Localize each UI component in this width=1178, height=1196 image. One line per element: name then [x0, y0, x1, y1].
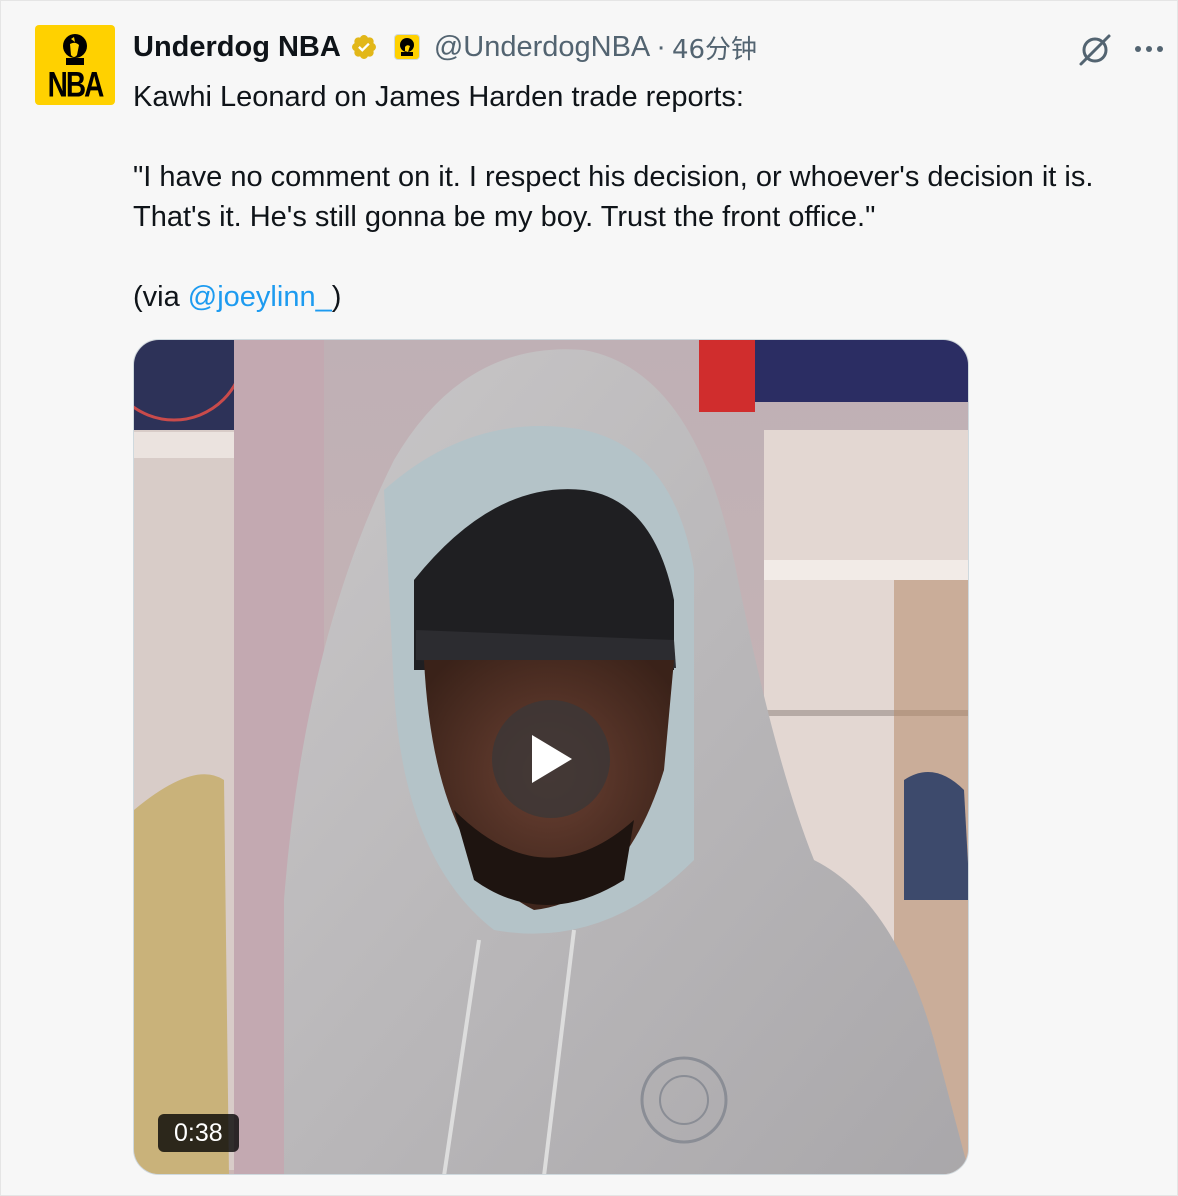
more-dots: [1135, 46, 1163, 52]
mention-link[interactable]: @joeylinn_: [188, 281, 332, 313]
tweet-header: Underdog NBA @UnderdogNBA · 46分钟: [133, 27, 757, 67]
separator-dot: ·: [656, 30, 666, 63]
via-prefix: (via: [133, 281, 188, 313]
grok-icon[interactable]: [1075, 29, 1115, 69]
display-name[interactable]: Underdog NBA: [133, 31, 341, 64]
verified-gold-badge-icon[interactable]: [350, 33, 378, 61]
tweet-line-2: "I have no comment on it. I respect his …: [133, 161, 1094, 193]
tweet-line-1: Kawhi Leonard on James Harden trade repo…: [133, 81, 744, 113]
play-button[interactable]: [492, 700, 610, 818]
avatar[interactable]: NBA: [35, 25, 115, 105]
more-options-icon[interactable]: [1131, 31, 1167, 67]
timestamp[interactable]: 46分钟: [672, 29, 757, 66]
play-icon: [532, 735, 572, 783]
via-suffix: ): [331, 281, 342, 313]
underdog-affiliate-badge-icon[interactable]: [393, 34, 420, 60]
handle[interactable]: @UnderdogNBA: [434, 31, 650, 64]
video-player[interactable]: 0:38: [133, 339, 969, 1175]
affiliate-dog-icon: [399, 38, 414, 56]
tweet-card[interactable]: NBA Underdog NBA @UnderdogNBA · 46分钟 Kaw…: [0, 0, 1178, 1196]
tweet-line-3: That's it. He's still gonna be my boy. T…: [133, 201, 876, 233]
tweet-text: Kawhi Leonard on James Harden trade repo…: [133, 77, 1163, 317]
via-line: (via @joeylinn_): [133, 277, 1163, 317]
video-duration-badge: 0:38: [158, 1114, 239, 1152]
underdog-dog-logo-icon: [63, 34, 87, 65]
avatar-nba-text: NBA: [47, 65, 105, 104]
